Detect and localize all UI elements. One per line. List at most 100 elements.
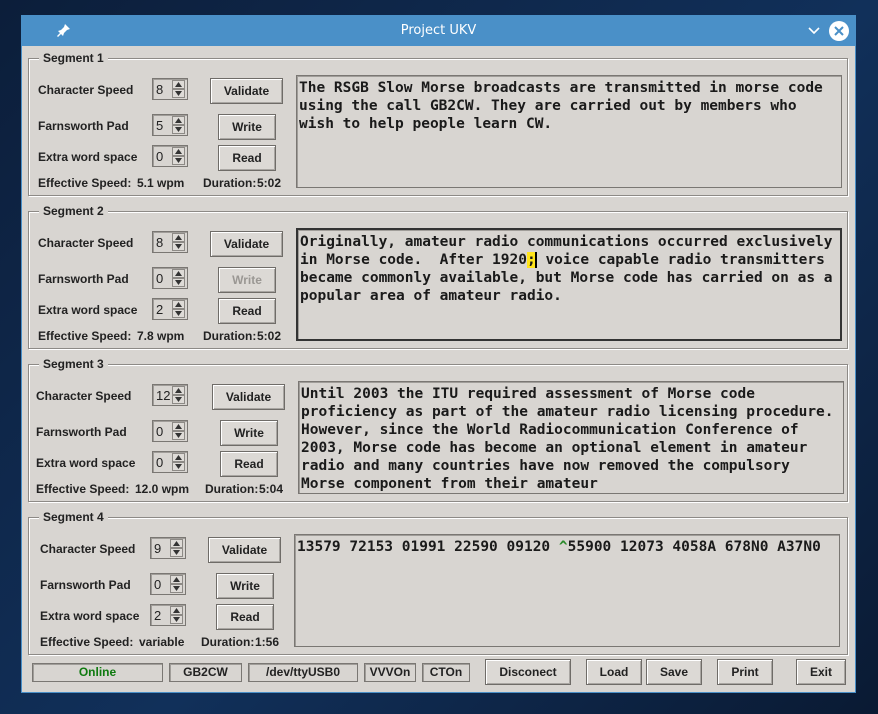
- port-status: /dev/ttyUSB0: [248, 663, 358, 682]
- character-speed-spinner[interactable]: 12: [152, 384, 188, 406]
- farnsworth-pad-value: 5: [156, 118, 164, 133]
- write-button: Write: [218, 267, 276, 293]
- character-speed-value: 8: [156, 82, 164, 97]
- extra-word-space-label: Extra word space: [36, 456, 136, 470]
- read-button[interactable]: Read: [216, 604, 274, 630]
- character-speed-value: 12: [156, 388, 171, 403]
- disconnect-button[interactable]: Disconect: [485, 659, 571, 685]
- character-speed-label: Character Speed: [38, 83, 134, 97]
- exit-button[interactable]: Exit: [796, 659, 846, 685]
- close-icon[interactable]: [829, 21, 849, 41]
- spin-down-icon[interactable]: [170, 615, 183, 624]
- spin-down-icon[interactable]: [172, 395, 185, 404]
- extra-word-space-spinner[interactable]: 0: [152, 451, 188, 473]
- validate-button[interactable]: Validate: [212, 384, 285, 410]
- vvv-status: VVVOn: [364, 663, 416, 682]
- character-speed-spinner[interactable]: 8: [152, 78, 188, 100]
- spin-down-icon[interactable]: [170, 548, 183, 557]
- effective-speed-value: variable: [139, 635, 185, 649]
- spin-up-icon[interactable]: [172, 116, 185, 125]
- farnsworth-pad-label: Farnsworth Pad: [38, 119, 129, 133]
- spin-up-icon[interactable]: [170, 575, 183, 584]
- farnsworth-pad-label: Farnsworth Pad: [38, 272, 129, 286]
- spin-down-icon[interactable]: [172, 156, 185, 165]
- extra-word-space-label: Extra word space: [38, 303, 138, 317]
- spin-down-icon[interactable]: [172, 278, 185, 287]
- validate-button[interactable]: Validate: [210, 78, 283, 104]
- extra-word-space-value: 2: [156, 302, 164, 317]
- extra-word-space-value: 0: [156, 149, 164, 164]
- farnsworth-pad-spinner[interactable]: 0: [150, 573, 186, 595]
- character-speed-label: Character Speed: [38, 236, 134, 250]
- extra-word-space-spinner[interactable]: 2: [150, 604, 186, 626]
- duration-value: 1:56: [255, 635, 280, 649]
- read-button[interactable]: Read: [218, 145, 276, 171]
- read-button[interactable]: Read: [218, 298, 276, 324]
- spin-down-icon[interactable]: [172, 242, 185, 251]
- farnsworth-pad-spinner[interactable]: 0: [152, 420, 188, 442]
- segment-title: Segment 1: [39, 51, 108, 65]
- write-button[interactable]: Write: [218, 114, 276, 140]
- callsign-status: GB2CW: [169, 663, 242, 682]
- segment-4: Segment 4 Character Speed 9 Validate Far…: [28, 510, 848, 655]
- spin-up-icon[interactable]: [172, 300, 185, 309]
- duration-value: 5:02: [257, 329, 282, 343]
- spin-up-icon[interactable]: [172, 233, 185, 242]
- spin-up-icon[interactable]: [172, 386, 185, 395]
- extra-word-space-label: Extra word space: [40, 609, 140, 623]
- cto-status: CTOn: [422, 663, 470, 682]
- write-button[interactable]: Write: [220, 420, 278, 446]
- extra-word-space-spinner[interactable]: 0: [152, 145, 188, 167]
- farnsworth-pad-spinner[interactable]: 0: [152, 267, 188, 289]
- title-bar[interactable]: Project UKV: [22, 16, 855, 46]
- write-button[interactable]: Write: [216, 573, 274, 599]
- spin-down-icon[interactable]: [170, 584, 183, 593]
- spin-down-icon[interactable]: [172, 125, 185, 134]
- character-speed-value: 8: [156, 235, 164, 250]
- effective-speed-label: Effective Speed:: [36, 482, 130, 496]
- extra-word-space-spinner[interactable]: 2: [152, 298, 188, 320]
- spin-down-icon[interactable]: [172, 309, 185, 318]
- duration-label: Duration:: [205, 482, 259, 496]
- spin-down-icon[interactable]: [172, 462, 185, 471]
- load-button[interactable]: Load: [586, 659, 642, 685]
- position-marker: ^: [558, 539, 568, 555]
- segment-text[interactable]: 13579 72153 01991 22590 09120 ^55900 120…: [294, 534, 840, 647]
- window-title: Project UKV: [400, 23, 477, 38]
- segment-text-after: 55900 12073 4058A 678N0 A37N0: [567, 539, 821, 555]
- spin-up-icon[interactable]: [170, 606, 183, 615]
- spin-up-icon[interactable]: [172, 269, 185, 278]
- validate-button[interactable]: Validate: [210, 231, 283, 257]
- effective-speed-label: Effective Speed:: [40, 635, 134, 649]
- spin-down-icon[interactable]: [172, 431, 185, 440]
- farnsworth-pad-value: 0: [154, 577, 162, 592]
- farnsworth-pad-spinner[interactable]: 5: [152, 114, 188, 136]
- segment-text[interactable]: Originally, amateur radio communications…: [296, 228, 842, 341]
- segment-title: Segment 2: [39, 204, 108, 218]
- farnsworth-pad-label: Farnsworth Pad: [40, 578, 131, 592]
- character-speed-spinner[interactable]: 9: [150, 537, 186, 559]
- spin-up-icon[interactable]: [172, 147, 185, 156]
- main-window: Project UKV Segment 1 Character Speed 8 …: [21, 15, 856, 693]
- farnsworth-pad-value: 0: [156, 424, 164, 439]
- spin-down-icon[interactable]: [172, 89, 185, 98]
- duration-value: 5:04: [259, 482, 284, 496]
- print-button[interactable]: Print: [717, 659, 773, 685]
- segment-text[interactable]: Until 2003 the ITU required assessment o…: [298, 381, 844, 494]
- spin-up-icon[interactable]: [172, 80, 185, 89]
- segment-text[interactable]: The RSGB Slow Morse broadcasts are trans…: [296, 75, 842, 188]
- spin-up-icon[interactable]: [172, 453, 185, 462]
- segment-text-before: 13579 72153 01991 22590 09120: [297, 539, 559, 555]
- chevron-down-icon[interactable]: [807, 24, 821, 38]
- save-button[interactable]: Save: [646, 659, 702, 685]
- spin-up-icon[interactable]: [172, 422, 185, 431]
- character-speed-label: Character Speed: [40, 542, 136, 556]
- duration-value: 5:02: [257, 176, 282, 190]
- farnsworth-pad-label: Farnsworth Pad: [36, 425, 127, 439]
- validate-button[interactable]: Validate: [208, 537, 281, 563]
- effective-speed-label: Effective Speed:: [38, 329, 132, 343]
- effective-speed-value: 5.1 wpm: [137, 176, 185, 190]
- spin-up-icon[interactable]: [170, 539, 183, 548]
- read-button[interactable]: Read: [220, 451, 278, 477]
- character-speed-spinner[interactable]: 8: [152, 231, 188, 253]
